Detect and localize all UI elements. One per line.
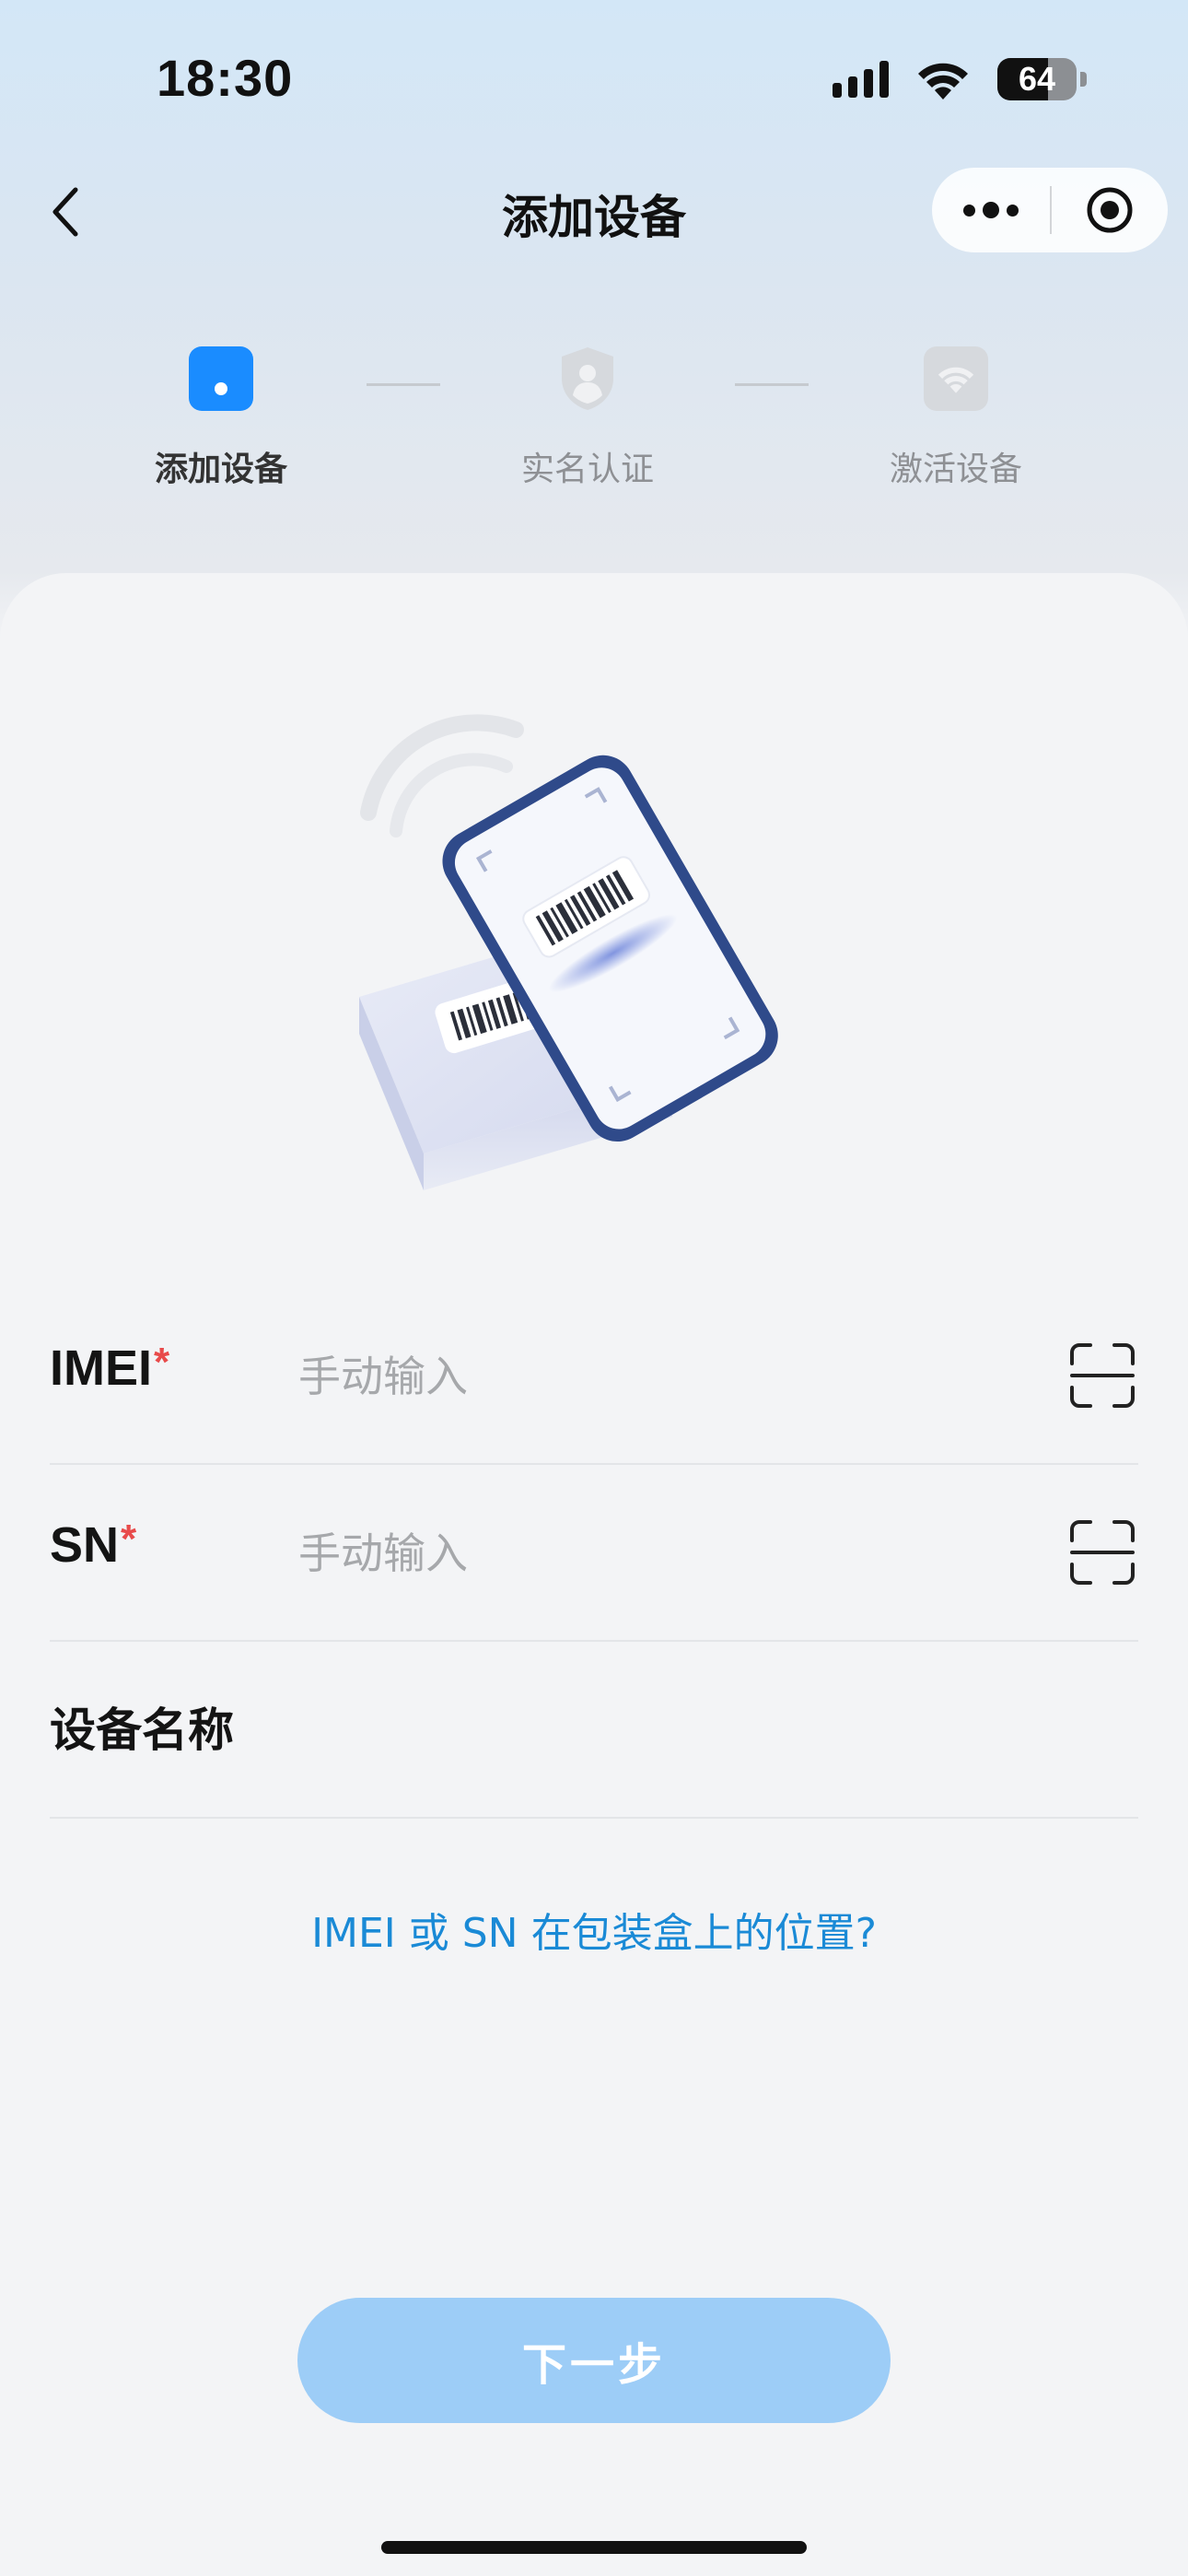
- sn-input[interactable]: [298, 1518, 1017, 1588]
- imei-row: IMEI*: [50, 1288, 1138, 1465]
- form-card: IMEI* SN* 设备名称: [0, 573, 1188, 2576]
- battery-icon: 64: [997, 58, 1077, 100]
- scan-icon[interactable]: [1066, 1340, 1138, 1411]
- step-connector: [735, 383, 809, 386]
- wifi-icon: [918, 63, 968, 100]
- progress-steps: 添加设备 实名认证 激活设备: [0, 346, 1188, 503]
- battery-percent: 64: [1018, 60, 1056, 98]
- step-activate: 激活设备: [836, 346, 1076, 490]
- status-time: 18:30: [157, 49, 294, 107]
- close-miniprogram-button[interactable]: [1052, 168, 1168, 252]
- step-real-name: 实名认证: [468, 346, 707, 490]
- required-mark: *: [154, 1340, 170, 1385]
- add-device-page: 18:30 64 添加设备 添加设备 实名认证 激活设备 IMEI* 手动输入 …: [0, 0, 1188, 2576]
- scan-barcode-illustration: [359, 714, 778, 1190]
- step-add-device: 添加设备: [101, 346, 341, 490]
- device-name-label: 设备名称: [50, 1704, 234, 1757]
- battery-tip: [1080, 72, 1087, 87]
- imei-input[interactable]: [298, 1341, 1017, 1411]
- cellular-signal-icon: [833, 61, 889, 98]
- next-step-button[interactable]: 下一步: [297, 2298, 891, 2423]
- step-label: 添加设备: [154, 451, 287, 488]
- imei-sn-location-link[interactable]: IMEI 或 SN 在包装盒上的位置?: [0, 1900, 1188, 1959]
- sn-label: SN*: [50, 1516, 137, 1573]
- required-mark: *: [121, 1516, 137, 1562]
- sn-row: SN*: [50, 1465, 1138, 1642]
- more-button[interactable]: [932, 168, 1050, 252]
- shield-user-icon: [555, 346, 620, 411]
- miniprogram-capsule: [932, 168, 1168, 252]
- imei-label: IMEI*: [50, 1340, 170, 1396]
- status-indicators: 64: [833, 57, 1087, 101]
- device-step-icon: [189, 346, 253, 411]
- home-indicator: [381, 2541, 807, 2554]
- step-connector: [367, 383, 440, 386]
- step-label: 实名认证: [520, 451, 654, 488]
- device-name-row[interactable]: 设备名称: [50, 1642, 1138, 1819]
- target-icon: [1087, 187, 1133, 233]
- step-label: 激活设备: [889, 451, 1022, 488]
- wifi-step-icon: [924, 346, 988, 411]
- scan-icon[interactable]: [1066, 1516, 1138, 1588]
